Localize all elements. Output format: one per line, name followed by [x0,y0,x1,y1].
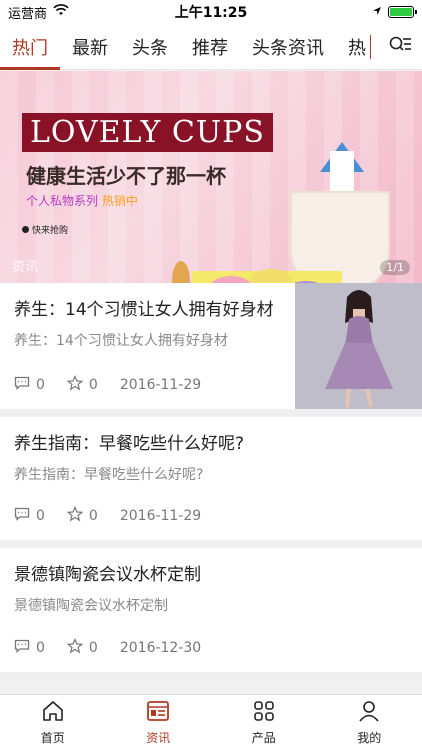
tab-latest[interactable]: 最新 [60,24,120,70]
tab-hot[interactable]: 热门 [0,24,60,70]
article-title: 养生指南：早餐吃些什么好呢? [14,434,245,454]
like-count: 0 [88,377,98,393]
home-icon [41,700,65,725]
clock: 上午11:25 [174,5,248,21]
tab-divider [370,34,371,59]
promo-banner[interactable]: LOVELY CUPS 健康生活少不了那一杯 个人私物系列 热销中 快来抢购 资… [0,71,422,283]
article-meta: 0 0 2016-12-30 [0,638,215,658]
like-count: 0 [88,508,98,524]
comment-icon [14,507,30,525]
comment-icon [14,376,30,394]
search-menu-button[interactable] [378,24,422,70]
comment-count: 0 [36,377,45,393]
nav-home[interactable]: 首页 [0,695,106,750]
nav-profile[interactable]: 我的 [317,695,422,750]
article-date: 2016-11-29 [119,377,202,393]
nav-news-label: 资讯 [146,730,171,745]
article-title: 景德镇陶瓷会议水杯定制 [14,565,201,585]
grid-icon [252,700,276,725]
like-count: 0 [88,640,98,656]
nav-profile-label: 我的 [357,730,382,745]
article-item[interactable]: 养生：14个习惯让女人拥有好身材 养生：14个习惯让女人拥有好身材 0 0 20… [0,283,422,417]
comment-count: 0 [36,640,45,656]
tab-recommend[interactable]: 推荐 [180,24,240,70]
banner-title: LOVELY CUPS [22,113,273,152]
article-meta: 0 0 2016-11-29 [0,506,215,526]
bottom-tab-bar: 首页 资讯 产品 我的 [0,694,422,750]
status-bar: 运营商 上午11:25 [0,0,422,24]
white-cup-image [290,191,390,283]
nav-home-label: 首页 [40,730,65,745]
tab-hot-2[interactable]: 热 [336,24,366,70]
star-icon[interactable] [66,375,84,395]
article-summary: 景德镇陶瓷会议水杯定制 [14,598,168,614]
banner-page-indicator: 1/1 [380,260,410,275]
search-list-icon [388,35,412,59]
star-icon[interactable] [66,506,84,526]
category-tabs: 热门 最新 头条 推荐 头条资讯 热 [0,24,422,70]
banner-subtitle: 健康生活少不了那一杯 [26,164,226,188]
banner-caption: 资讯 [12,260,39,275]
banner-hot-text: 热销中 [101,194,138,208]
comment-count: 0 [36,508,45,524]
article-meta: 0 0 2016-11-29 [0,375,215,395]
nav-products[interactable]: 产品 [211,695,317,750]
news-icon [146,700,170,725]
article-summary: 养生指南：早餐吃些什么好呢? [14,467,204,483]
banner-tag: 快来抢购 [22,223,68,236]
article-item[interactable]: 景德镇陶瓷会议水杯定制 景德镇陶瓷会议水杯定制 0 0 2016-12-30 [0,548,422,680]
article-date: 2016-12-30 [119,640,202,656]
banner-tag-text: 快来抢购 [32,226,69,236]
article-item[interactable]: 养生指南：早餐吃些什么好呢? 养生指南：早餐吃些什么好呢? 0 0 2016-1… [0,417,422,548]
tab-headline-news[interactable]: 头条资讯 [240,24,336,70]
battery-icon [388,6,417,18]
tab-headlines[interactable]: 头条 [120,24,180,70]
comment-icon [14,639,30,657]
banner-small-text: 个人私物系列 热销中 [26,192,138,209]
article-thumbnail [295,283,422,409]
user-icon [357,700,381,725]
play-icon [22,226,29,233]
article-date: 2016-11-29 [119,508,202,524]
article-list: 养生：14个习惯让女人拥有好身材 养生：14个习惯让女人拥有好身材 0 0 20… [0,283,422,680]
nav-products-label: 产品 [251,730,276,745]
nav-news[interactable]: 资讯 [106,695,212,750]
banner-series-text: 个人私物系列 [26,194,99,208]
star-icon[interactable] [66,638,84,658]
